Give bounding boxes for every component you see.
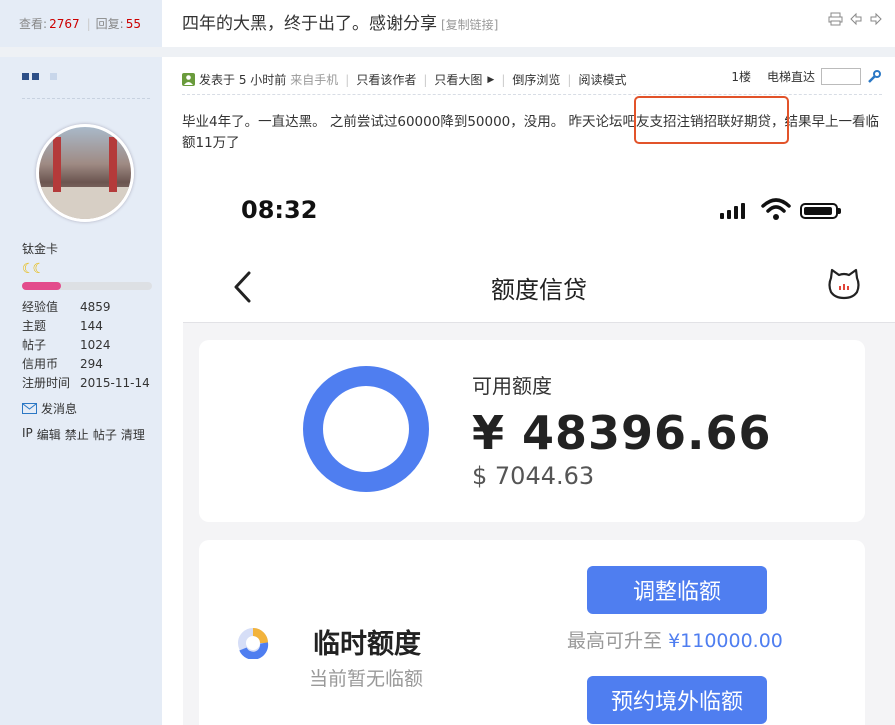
stat-label: 帖子 — [22, 338, 47, 352]
stat-label: 主题 — [22, 319, 47, 333]
level-progress-bar — [22, 282, 152, 290]
thread-title: 四年的大黑，终于出了。感谢分享 [复制链接] — [182, 9, 498, 34]
user-stats: 经验值 4859 主题 144 帖子 1024 信用币 294 注册时间 2015-11-… — [22, 298, 150, 393]
stat-row: 经验值 4859 — [22, 298, 150, 317]
post-meta: 发表于 5 小时前 来自手机 | 只看该作者 | 只看大图 ▶ | 倒序浏览 | … — [182, 71, 626, 88]
jump-label: 电梯直达 — [766, 70, 815, 84]
post-source: 来自手机 — [290, 73, 339, 87]
back-chevron-icon[interactable] — [231, 270, 253, 304]
rank-moon-icons: ☾☾ — [22, 261, 45, 277]
phone-time: 08:32 — [241, 196, 318, 224]
meta-separator: | — [567, 72, 572, 87]
next-thread-icon[interactable] — [869, 12, 883, 26]
max-limit-amount: ¥110000.00 — [668, 630, 783, 652]
meta-separator: | — [345, 72, 350, 87]
stat-value: 2015-11-14 — [80, 376, 150, 390]
stat-value[interactable]: 144 — [80, 317, 103, 336]
stat-row: 帖子 1024 — [22, 336, 150, 355]
battery-icon — [800, 203, 841, 219]
donut-chart-icon — [303, 366, 429, 492]
book-abroad-limit-button[interactable]: 预约境外临额 — [587, 676, 767, 724]
avatar[interactable] — [36, 124, 134, 222]
meta-separator: | — [423, 72, 428, 87]
stat-row: 信用币 294 — [22, 355, 150, 374]
admin-ops: IP 编辑 禁止 帖子 清理 — [22, 426, 145, 443]
user-rank: 钛金卡 — [22, 242, 59, 256]
sidebar-tabs[interactable] — [22, 73, 57, 80]
temp-credit-title: 临时额度 — [313, 629, 421, 660]
replies-count: 55 — [125, 16, 141, 31]
embedded-screenshot[interactable]: 08:32 额度信贷 可用额度 ¥ 48396.66 $ 7044.63 临时额… — [183, 172, 895, 725]
header-divider — [0, 47, 895, 57]
wifi-icon — [761, 198, 791, 220]
top-icons — [828, 12, 883, 26]
send-message-link[interactable]: 发消息 — [22, 400, 77, 417]
wrench-icon[interactable] — [867, 69, 881, 84]
op-edit[interactable]: 编辑 — [37, 426, 61, 443]
stat-label: 信用币 — [22, 357, 59, 371]
available-credit-card: 可用额度 ¥ 48396.66 $ 7044.63 — [199, 340, 865, 522]
level-progress-fill — [22, 282, 61, 290]
available-amount-cny: ¥ 48396.66 — [472, 406, 772, 460]
meta-separator: | — [501, 72, 506, 87]
op-clean[interactable]: 清理 — [121, 426, 145, 443]
copy-link[interactable]: [复制链接] — [441, 18, 498, 32]
phone-nav-title: 额度信贷 — [491, 276, 587, 304]
pie-icon — [238, 628, 269, 659]
available-label: 可用额度 — [472, 374, 552, 398]
reading-mode-link[interactable]: 阅读模式 — [578, 71, 626, 88]
stats-separator: | — [86, 16, 91, 31]
thread-stats: 查看: 2767 | 回复: 55 — [0, 0, 162, 47]
cat-logo-icon[interactable] — [827, 268, 861, 300]
stat-value: 294 — [80, 357, 103, 371]
triangle-right-icon[interactable]: ▶ — [487, 75, 494, 85]
floor-number: 1楼 — [731, 70, 751, 84]
floor-jump-input[interactable] — [821, 68, 861, 85]
prev-thread-icon[interactable] — [849, 12, 863, 26]
temp-credit-subtitle: 当前暂无临额 — [309, 668, 424, 690]
stat-label: 注册时间 — [22, 376, 71, 390]
envelope-icon — [22, 403, 37, 414]
meta-divider — [182, 94, 882, 95]
signal-icon — [720, 203, 745, 219]
print-icon[interactable] — [828, 12, 843, 26]
stat-row: 注册时间 2015-11-14 — [22, 374, 150, 393]
views-count: 2767 — [49, 16, 80, 31]
stat-value: 4859 — [80, 300, 111, 314]
only-author-link[interactable]: 只看该作者 — [356, 71, 416, 88]
adjust-limit-button[interactable]: 调整临额 — [587, 566, 767, 614]
stat-row: 主题 144 — [22, 317, 150, 336]
sidebar-divider — [22, 98, 150, 99]
phone-nav-bar: 额度信贷 — [183, 252, 895, 323]
available-amount-usd: $ 7044.63 — [472, 462, 595, 490]
op-ban[interactable]: 禁止 — [65, 426, 89, 443]
reverse-order-link[interactable]: 倒序浏览 — [512, 71, 560, 88]
user-icon — [182, 73, 195, 86]
op-posts[interactable]: 帖子 — [93, 426, 117, 443]
send-message-label: 发消息 — [41, 402, 78, 416]
posted-time: 发表于 5 小时前 — [199, 73, 287, 87]
max-limit-text: 最高可升至 ¥110000.00 — [567, 626, 783, 653]
stat-value[interactable]: 1024 — [80, 336, 111, 355]
op-ip[interactable]: IP — [22, 426, 33, 443]
replies-label: 回复: — [95, 17, 124, 31]
thread-title-text: 四年的大黑，终于出了。感谢分享 — [182, 14, 437, 34]
max-limit-prefix: 最高可升至 — [567, 630, 663, 652]
floor-jump: 1楼 电梯直达 — [731, 68, 881, 85]
only-big-images-link[interactable]: 只看大图 — [434, 71, 482, 88]
temporary-credit-card: 临时额度 当前暂无临额 调整临额 最高可升至 ¥110000.00 预约境外临额 — [199, 540, 865, 725]
views-label: 查看: — [19, 17, 48, 31]
stat-label: 经验值 — [22, 300, 59, 314]
highlight-annotation — [634, 96, 789, 144]
